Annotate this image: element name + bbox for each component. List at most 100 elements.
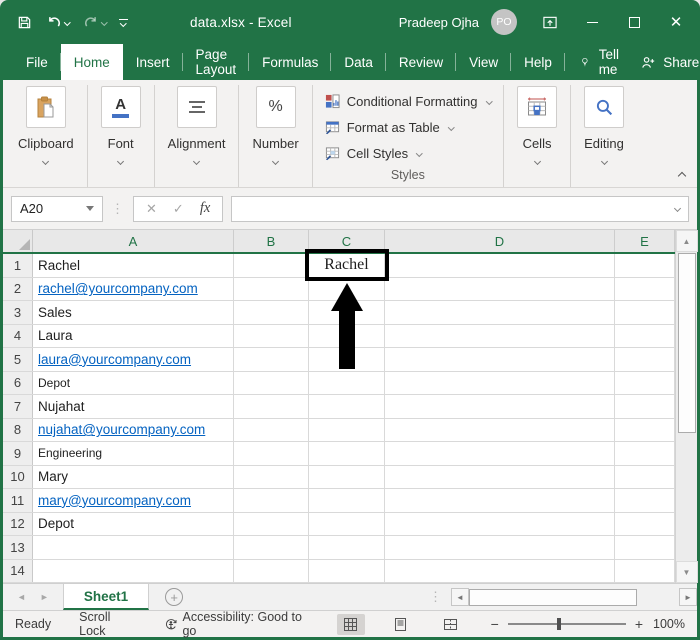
cell-A8[interactable]: nujahat@yourcompany.com bbox=[33, 418, 234, 441]
cell-D7[interactable] bbox=[385, 395, 615, 418]
scroll-down-icon[interactable]: ▼ bbox=[675, 561, 698, 583]
sheet-tab-sheet1[interactable]: Sheet1 bbox=[62, 584, 150, 610]
cell-E1[interactable] bbox=[615, 254, 675, 277]
minimize-button[interactable] bbox=[583, 13, 601, 31]
cell-A10[interactable]: Mary bbox=[33, 465, 234, 488]
cell-B10[interactable] bbox=[234, 465, 309, 488]
accessibility-status[interactable]: Accessibility: Good to go bbox=[164, 610, 309, 638]
cell-D11[interactable] bbox=[385, 489, 615, 512]
row-header-7[interactable]: 7 bbox=[3, 395, 33, 418]
cell-C14[interactable] bbox=[309, 559, 385, 582]
row-header-10[interactable]: 10 bbox=[3, 465, 33, 488]
cell-B5[interactable] bbox=[234, 348, 309, 371]
clipboard-group[interactable]: Clipboard bbox=[5, 85, 88, 187]
redo-button[interactable] bbox=[83, 15, 107, 30]
alignment-group[interactable]: Alignment bbox=[155, 85, 240, 187]
select-all-button[interactable] bbox=[3, 230, 33, 252]
cell-C8[interactable] bbox=[309, 418, 385, 441]
cell-D9[interactable] bbox=[385, 442, 615, 465]
page-layout-view-button[interactable] bbox=[387, 614, 415, 635]
cell-A1[interactable]: Rachel bbox=[33, 254, 234, 277]
expand-formula-bar-icon[interactable] bbox=[673, 204, 682, 213]
format-as-table-button[interactable]: Format as Table bbox=[325, 114, 455, 140]
font-button[interactable]: A bbox=[100, 86, 141, 128]
cell-A3[interactable]: Sales bbox=[33, 301, 234, 324]
new-sheet-button[interactable]: + bbox=[165, 588, 184, 606]
cell-B11[interactable] bbox=[234, 489, 309, 512]
cell-C2[interactable] bbox=[309, 277, 385, 300]
scroll-up-icon[interactable]: ▲ bbox=[675, 230, 698, 252]
cell-B3[interactable] bbox=[234, 301, 309, 324]
cell-B6[interactable] bbox=[234, 371, 309, 394]
cell-C4[interactable] bbox=[309, 324, 385, 347]
zoom-slider[interactable] bbox=[507, 618, 626, 630]
column-header-C[interactable]: C bbox=[309, 230, 385, 252]
column-header-B[interactable]: B bbox=[234, 230, 309, 252]
normal-view-button[interactable] bbox=[336, 613, 365, 635]
row-header-5[interactable]: 5 bbox=[3, 348, 33, 371]
cell-C10[interactable] bbox=[309, 465, 385, 488]
cell-D6[interactable] bbox=[385, 371, 615, 394]
clipboard-button[interactable] bbox=[25, 86, 66, 128]
cell-E13[interactable] bbox=[615, 536, 675, 559]
cell-C9[interactable] bbox=[309, 442, 385, 465]
cell-E6[interactable] bbox=[615, 371, 675, 394]
enter-formula-button[interactable]: ✓ bbox=[173, 201, 184, 217]
cell-D2[interactable] bbox=[385, 277, 615, 300]
zoom-slider-handle[interactable] bbox=[557, 618, 562, 630]
tab-view[interactable]: View bbox=[456, 44, 512, 80]
row-header-12[interactable]: 12 bbox=[3, 512, 33, 535]
chevron-down-icon[interactable] bbox=[533, 157, 541, 166]
status-scroll-lock[interactable]: Scroll Lock bbox=[79, 610, 136, 638]
cell-E14[interactable] bbox=[615, 559, 675, 582]
cell-A13[interactable] bbox=[33, 536, 234, 559]
maximize-button[interactable] bbox=[625, 13, 643, 31]
cell-E10[interactable] bbox=[615, 465, 675, 488]
undo-button[interactable] bbox=[46, 15, 71, 30]
column-header-D[interactable]: D bbox=[385, 230, 615, 252]
font-group[interactable]: A Font bbox=[88, 85, 155, 187]
row-header-3[interactable]: 3 bbox=[3, 301, 33, 324]
save-button[interactable] bbox=[15, 13, 33, 31]
chevron-down-icon[interactable] bbox=[117, 157, 125, 166]
row-header-14[interactable]: 14 bbox=[3, 559, 33, 582]
cell-C12[interactable] bbox=[309, 512, 385, 535]
cell-A2[interactable]: rachel@yourcompany.com bbox=[33, 277, 234, 300]
cell-B14[interactable] bbox=[234, 559, 309, 582]
cell-D13[interactable] bbox=[385, 536, 615, 559]
row-header-8[interactable]: 8 bbox=[3, 418, 33, 441]
tab-file[interactable]: File bbox=[13, 44, 61, 80]
cell-A9[interactable]: Engineering bbox=[33, 442, 234, 465]
avatar[interactable]: PO bbox=[491, 9, 517, 35]
cell-A5[interactable]: laura@yourcompany.com bbox=[33, 348, 234, 371]
cell-B2[interactable] bbox=[234, 277, 309, 300]
insert-function-button[interactable]: fx bbox=[200, 200, 210, 217]
user-name[interactable]: Pradeep Ojha bbox=[399, 15, 479, 30]
row-header-9[interactable]: 9 bbox=[3, 442, 33, 465]
column-header-A[interactable]: A bbox=[33, 230, 234, 252]
name-box-dropdown-icon[interactable] bbox=[86, 206, 94, 211]
cell-B12[interactable] bbox=[234, 512, 309, 535]
number-group[interactable]: % Number bbox=[239, 85, 313, 187]
cell-C7[interactable] bbox=[309, 395, 385, 418]
cell-E4[interactable] bbox=[615, 324, 675, 347]
cell-A7[interactable]: Nujahat bbox=[33, 395, 234, 418]
zoom-out-button[interactable]: − bbox=[491, 616, 499, 632]
sheet-nav-left-icon[interactable]: ◄ bbox=[17, 592, 26, 602]
tab-page-layout[interactable]: Page Layout bbox=[183, 44, 250, 80]
chevron-down-icon[interactable] bbox=[42, 157, 50, 166]
cells-group[interactable]: Cells bbox=[504, 85, 572, 187]
cell-B4[interactable] bbox=[234, 324, 309, 347]
vertical-scroll-thumb[interactable] bbox=[677, 253, 696, 433]
tab-home[interactable]: Home bbox=[60, 44, 123, 80]
cell-E12[interactable] bbox=[615, 512, 675, 535]
customize-toolbar-button[interactable] bbox=[119, 18, 128, 27]
conditional-formatting-button[interactable]: Conditional Formatting bbox=[325, 88, 492, 114]
page-break-preview-button[interactable] bbox=[437, 614, 465, 635]
editing-group[interactable]: Editing bbox=[571, 85, 637, 187]
cell-E2[interactable] bbox=[615, 277, 675, 300]
row-header-11[interactable]: 11 bbox=[3, 489, 33, 512]
column-header-E[interactable]: E bbox=[615, 230, 675, 252]
cell-C5[interactable] bbox=[309, 348, 385, 371]
tab-help[interactable]: Help bbox=[511, 44, 565, 80]
